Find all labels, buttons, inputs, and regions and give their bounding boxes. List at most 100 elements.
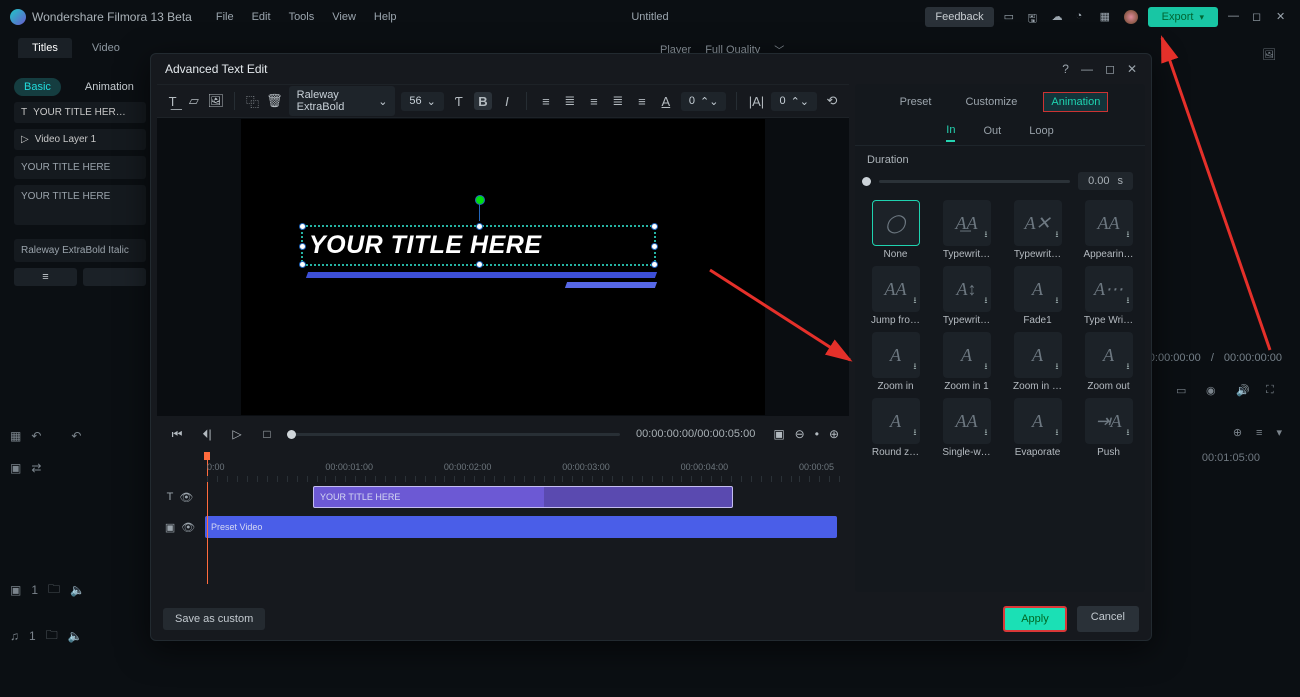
align-center-icon[interactable]: ≣ — [561, 92, 579, 110]
add-icon[interactable]: ⊕ — [1233, 426, 1242, 439]
bold-button[interactable]: B — [474, 92, 492, 110]
anim-item[interactable]: A⋯⭳Type Wri… — [1078, 266, 1139, 326]
anim-item[interactable]: A⭳Zoom out — [1078, 332, 1139, 392]
save-as-custom-button[interactable]: Save as custom — [163, 608, 265, 630]
record-icon[interactable]: ▣ — [10, 461, 21, 475]
align-left-icon[interactable]: ≡ — [537, 92, 555, 110]
tab-animation[interactable]: Animation — [1043, 92, 1108, 112]
folder-icon[interactable]: 🗀 — [48, 580, 60, 601]
preview-canvas[interactable]: YOUR TITLE HERE — [157, 118, 849, 416]
anim-item[interactable]: AA⭳Appearin… — [1078, 200, 1139, 260]
duration-slider[interactable] — [879, 180, 1070, 183]
save-icon[interactable]: 🖫 — [1028, 10, 1042, 24]
mute-icon[interactable]: 🔈 — [68, 629, 83, 643]
trash-icon[interactable]: 🗑 — [266, 92, 283, 110]
volume-icon[interactable]: 🔊 — [1236, 384, 1252, 400]
color-icon[interactable]: A — [657, 92, 675, 110]
align2-icon[interactable] — [83, 268, 146, 286]
spacing1[interactable]: 0⌃⌄ — [681, 92, 727, 111]
spacing2[interactable]: 0⌃⌄ — [771, 92, 817, 111]
video-clip[interactable]: Preset Video — [205, 516, 837, 538]
left-tab-animation[interactable]: Animation — [75, 78, 144, 96]
anim-item[interactable]: A⭳Zoom in … — [1007, 332, 1068, 392]
rotate-handle[interactable] — [479, 203, 480, 221]
screen-icon[interactable]: ▭ — [1004, 10, 1018, 24]
mute-icon[interactable]: 🔈 — [70, 583, 85, 597]
title-text-1[interactable]: YOUR TITLE HERE — [14, 156, 146, 179]
anim-item[interactable]: ◯None — [865, 200, 926, 260]
list-icon[interactable]: ≡ — [1256, 427, 1262, 439]
zoom-in-icon[interactable]: ⊕ — [829, 427, 839, 441]
stop-icon[interactable]: □ — [257, 424, 277, 444]
anim-item[interactable]: A⭳Fade1 — [1007, 266, 1068, 326]
bell-icon[interactable]: ◔ — [1076, 10, 1090, 24]
left-tab-basic[interactable]: Basic — [14, 78, 61, 96]
font-select[interactable]: Raleway ExtraBold⌄ — [289, 86, 396, 116]
size-select[interactable]: 56⌄ — [401, 92, 443, 111]
duration-slider-knob[interactable] — [862, 177, 871, 186]
anim-item[interactable]: ⇥A⭳Push — [1078, 398, 1139, 458]
dialog-close-icon[interactable]: ✕ — [1127, 62, 1137, 76]
menu-help[interactable]: Help — [374, 11, 397, 23]
cloud-icon[interactable]: ☁ — [1052, 10, 1066, 24]
avatar-icon[interactable] — [1124, 10, 1138, 24]
window-minimize-icon[interactable]: — — [1228, 10, 1242, 24]
menu-edit[interactable]: Edit — [252, 11, 271, 23]
anim-item[interactable]: AA⭳Jump fro… — [865, 266, 926, 326]
anim-item[interactable]: A↕⭳Typewrit… — [936, 266, 997, 326]
italic-button[interactable]: I — [498, 92, 516, 110]
copy-icon[interactable]: ⿻ — [245, 92, 260, 110]
dialog-minimize-icon[interactable]: — — [1081, 62, 1093, 76]
link-icon[interactable]: ⇄ — [31, 461, 41, 475]
image-tool-icon[interactable]: 🖼 — [208, 92, 225, 110]
crop-icon[interactable]: ▣ — [773, 427, 784, 441]
align-right-icon[interactable]: ≡ — [585, 92, 603, 110]
subtab-loop[interactable]: Loop — [1029, 125, 1053, 141]
apps-icon[interactable]: ▦ — [1100, 10, 1114, 24]
title-clip[interactable]: YOUR TITLE HERE — [313, 486, 733, 508]
step-back-icon[interactable]: ⏴| — [197, 424, 217, 444]
line-height-icon[interactable]: |A| — [747, 92, 765, 110]
anim-item[interactable]: AA⭳Single-w… — [936, 398, 997, 458]
anim-item[interactable]: A͟A⭳Typewrit… — [936, 200, 997, 260]
title-text-element[interactable]: YOUR TITLE HERE — [301, 225, 656, 266]
refresh-icon[interactable]: ⟲ — [823, 92, 841, 110]
menu-file[interactable]: File — [216, 11, 234, 23]
camera-icon[interactable]: ◉ — [1206, 384, 1222, 400]
help-icon[interactable]: ? — [1062, 62, 1069, 76]
duration-value[interactable]: 0.00s — [1078, 172, 1133, 190]
undo-icon[interactable]: ↶ — [71, 429, 81, 443]
folder-icon[interactable]: 🗀 — [46, 626, 58, 647]
align-dist-icon[interactable]: ≡ — [633, 92, 651, 110]
align-justify-icon[interactable]: ≣ — [609, 92, 627, 110]
menu-tools[interactable]: Tools — [289, 11, 315, 23]
tab-preset[interactable]: Preset — [892, 92, 940, 112]
chevron-down-icon[interactable]: ▾ — [1276, 426, 1282, 439]
dialog-maximize-icon[interactable]: ◻ — [1105, 62, 1115, 76]
fullscreen-icon[interactable]: ⛶ — [1266, 384, 1282, 400]
cursor-icon[interactable]: ↶ — [31, 429, 41, 443]
tab-customize[interactable]: Customize — [957, 92, 1025, 112]
scrub-track[interactable] — [287, 433, 620, 436]
apply-button[interactable]: Apply — [1003, 606, 1067, 632]
eye-icon[interactable]: 👁 — [181, 521, 195, 534]
case-icon[interactable]: Ƭ — [450, 92, 468, 110]
menu-view[interactable]: View — [332, 11, 356, 23]
picture-icon[interactable]: 🖼 — [1262, 48, 1276, 61]
monitor-icon[interactable]: ▭ — [1176, 384, 1192, 400]
shape-tool-icon[interactable]: ▱ — [186, 92, 201, 110]
anim-item[interactable]: A⭳Evaporate — [1007, 398, 1068, 458]
grid-icon[interactable]: ▦ — [10, 429, 21, 443]
eye-icon[interactable]: 👁 — [179, 491, 193, 504]
tab-video[interactable]: Video — [92, 42, 120, 54]
window-maximize-icon[interactable]: ◻ — [1252, 10, 1266, 24]
anim-item[interactable]: A⭳Round z… — [865, 398, 926, 458]
window-close-icon[interactable]: ✕ — [1276, 10, 1290, 24]
tab-titles[interactable]: Titles — [18, 38, 72, 58]
cancel-button[interactable]: Cancel — [1077, 606, 1139, 632]
anim-item[interactable]: A⭳Zoom in 1 — [936, 332, 997, 392]
layer-title[interactable]: TYOUR TITLE HER… — [14, 102, 146, 123]
title-text-2[interactable]: YOUR TITLE HERE — [14, 185, 146, 225]
skip-back-icon[interactable]: ⏮ — [167, 424, 187, 444]
feedback-button[interactable]: Feedback — [925, 7, 993, 27]
